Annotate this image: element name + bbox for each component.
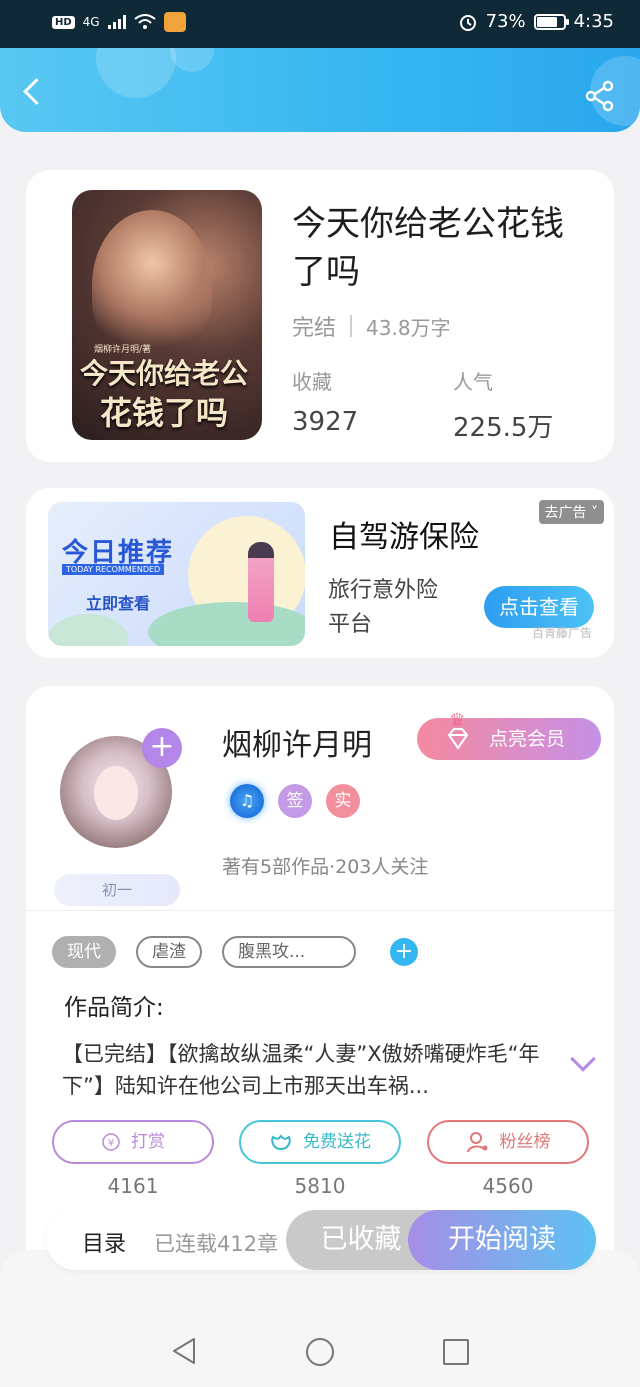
svg-text:¥: ¥ xyxy=(108,1138,114,1149)
cover-illustration xyxy=(92,210,212,360)
fans-count: 4560 xyxy=(482,1174,534,1198)
intro-title: 作品简介: xyxy=(64,995,164,1021)
intro-text: 【已完结】【欲擒故纵温柔“人妻”X傲娇嘴硬炸毛“年下”】陆知许在他公司上市那天出… xyxy=(62,1042,540,1098)
vip-label: 点亮会员 xyxy=(489,728,566,750)
banner-hill xyxy=(48,614,128,646)
reward-button[interactable]: ¥ 打赏 xyxy=(52,1120,214,1164)
stat-favorites: 收藏 3927 xyxy=(292,366,358,437)
author-name[interactable]: 烟柳许月明 xyxy=(222,720,372,764)
remove-ad-button[interactable]: 去广告 ˅ xyxy=(538,500,604,524)
tag-list: 现代 虐渣 腹黑攻... + xyxy=(52,936,418,968)
vip-button[interactable]: ♛ 点亮会员 xyxy=(417,710,601,760)
book-info-card: 烟柳许月明/著 今天你给老公 花钱了吗 今天你给老公花钱了吗 完结 43.8万字… xyxy=(26,170,614,462)
system-nav-bar xyxy=(0,1250,640,1387)
nav-back-icon[interactable] xyxy=(170,1336,198,1366)
ad-title: 自驾游保险 xyxy=(329,520,479,555)
divider xyxy=(350,315,353,337)
wifi-icon xyxy=(133,14,156,29)
table-of-contents-button[interactable]: 目录 xyxy=(82,1226,126,1258)
banner-hill xyxy=(148,602,305,646)
reward-count: 4161 xyxy=(107,1174,159,1198)
book-title: 今天你给老公花钱了吗 xyxy=(292,204,564,292)
fans-user-icon xyxy=(466,1132,487,1153)
fans-rank-label: 粉丝榜 xyxy=(499,1132,551,1152)
top-header xyxy=(0,48,640,132)
battery-icon xyxy=(533,13,569,30)
book-status-row: 完结 43.8万字 xyxy=(292,310,451,342)
yen-coin-icon: ¥ xyxy=(102,1133,120,1151)
book-status: 完结 xyxy=(292,316,337,341)
ad-banner-image[interactable]: 今日推荐 TODAY RECOMMENDED 立即查看 xyxy=(48,502,305,646)
remove-ad-label: 去广告 xyxy=(544,505,587,521)
status-bar: HD 4G 73% 4:35 xyxy=(0,0,640,48)
follow-plus-icon[interactable]: + xyxy=(142,728,182,768)
avatar-face xyxy=(94,766,138,820)
send-flower-button[interactable]: 免费送花 xyxy=(239,1120,401,1164)
clock: 4:35 xyxy=(573,11,614,32)
stat-value: 225.5万 xyxy=(453,413,554,443)
network-label: 4G xyxy=(82,15,100,29)
ad-source: 百青藤广告 xyxy=(532,626,593,640)
action-row: ¥ 打赏 免费送花 粉丝榜 4161 5810 4560 xyxy=(52,1120,592,1200)
flower-icon xyxy=(271,1134,291,1151)
word-count: 43.8万字 xyxy=(366,315,451,340)
status-left: HD 4G xyxy=(52,12,186,32)
verified-badge: 实 xyxy=(326,784,360,818)
cover-title-line1: 今天你给老公 xyxy=(80,357,249,390)
diamond-icon xyxy=(447,728,469,750)
stat-value: 3927 xyxy=(292,407,359,437)
add-tag-icon[interactable]: + xyxy=(390,938,418,966)
ad-description: 旅行意外险平台 xyxy=(328,578,439,637)
signed-badge: 签 xyxy=(278,784,312,818)
divider xyxy=(26,910,614,911)
tag-item[interactable]: 虐渣 xyxy=(136,936,202,968)
fans-rank-button[interactable]: 粉丝榜 xyxy=(427,1120,589,1164)
decor-bubble xyxy=(96,48,176,98)
stat-popularity: 人气 225.5万 xyxy=(453,366,553,444)
banner-subtitle: TODAY RECOMMENDED xyxy=(62,564,165,575)
stat-label: 收藏 xyxy=(292,370,332,394)
ad-card[interactable]: 今日推荐 TODAY RECOMMENDED 立即查看 自驾游保险 旅行意外险平… xyxy=(26,488,614,658)
author-badges: ♫ 签 实 xyxy=(230,784,360,818)
nav-home-icon[interactable] xyxy=(306,1338,334,1366)
chevron-down-icon[interactable] xyxy=(570,1046,596,1072)
share-icon[interactable] xyxy=(584,80,616,112)
tag-item[interactable]: 现代 xyxy=(52,936,116,968)
decor-bubble xyxy=(170,48,214,72)
bottom-action-bar: 目录 已连载412章 已收藏 开始阅读 xyxy=(46,1210,596,1270)
signal-icon xyxy=(107,15,126,29)
cover-title-line2: 花钱了吗 xyxy=(100,394,229,432)
banner-figure xyxy=(248,542,274,622)
ad-cta-button[interactable]: 点击查看 xyxy=(484,586,594,628)
app-notification-icon xyxy=(163,12,186,32)
tag-item[interactable]: 腹黑攻... xyxy=(222,936,356,968)
hd-icon: HD xyxy=(52,15,75,29)
send-flower-label: 免费送花 xyxy=(303,1132,371,1152)
reward-label: 打赏 xyxy=(131,1132,165,1152)
banner-cta: 立即查看 xyxy=(86,594,151,613)
author-info: 著有5部作品·203人关注 xyxy=(222,856,429,878)
battery-percent: 73% xyxy=(485,11,526,32)
alarm-icon xyxy=(459,14,476,31)
back-icon[interactable] xyxy=(18,76,48,106)
start-reading-button[interactable]: 开始阅读 xyxy=(408,1210,596,1270)
nav-recent-icon[interactable] xyxy=(443,1339,469,1365)
flower-count: 5810 xyxy=(294,1174,346,1198)
chapter-count[interactable]: 已连载412章 xyxy=(154,1228,278,1258)
battery-fill xyxy=(536,16,558,27)
author-level-badge: 初一 xyxy=(54,874,180,906)
book-cover[interactable]: 烟柳许月明/著 今天你给老公 花钱了吗 xyxy=(72,190,262,440)
status-right: 73% 4:35 xyxy=(458,11,614,32)
music-badge-icon: ♫ xyxy=(230,784,264,818)
stat-label: 人气 xyxy=(453,370,493,394)
